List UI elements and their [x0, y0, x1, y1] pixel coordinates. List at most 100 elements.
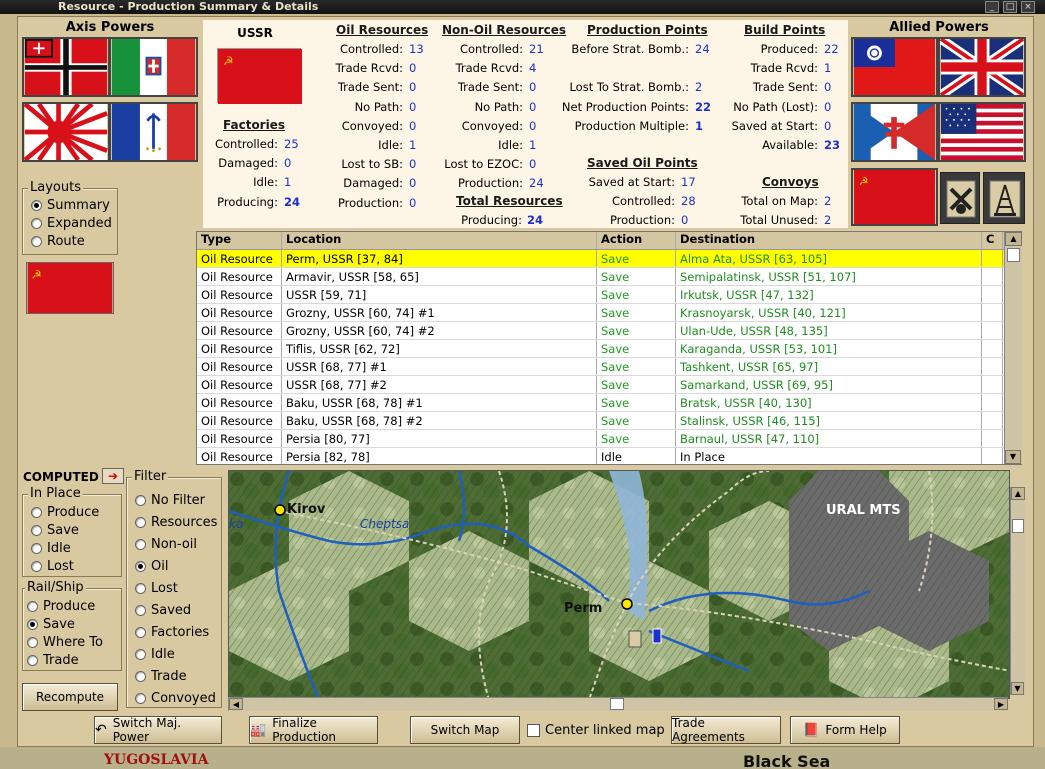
in-place-radio-lost[interactable]: Lost	[31, 557, 99, 575]
radio-dot-icon[interactable]	[135, 516, 146, 528]
radio-dot-icon[interactable]	[31, 560, 42, 572]
resource-table[interactable]: Type Location Action Destination C Oil R…	[196, 231, 1022, 465]
radio-dot-icon[interactable]	[135, 582, 146, 594]
filter-radio-oil[interactable]: Oil	[135, 555, 217, 577]
radio-dot-icon[interactable]	[31, 524, 42, 536]
radio-dot-icon[interactable]	[135, 648, 146, 660]
uk-flag-icon[interactable]	[938, 37, 1026, 97]
filter-radio-saved[interactable]: Saved	[135, 599, 217, 621]
factories-title: Factories	[223, 118, 285, 132]
in-place-radio-produce[interactable]: Produce	[31, 503, 99, 521]
in-place-radio-idle[interactable]: Idle	[31, 539, 99, 557]
map-hscrollbar[interactable]: ◀ ▶	[228, 697, 1008, 711]
map-vscrollbar[interactable]: ▲ ▼	[1010, 487, 1025, 695]
build-points-row: No Path (Lost): 0	[708, 98, 848, 117]
recompute-button[interactable]: Recompute	[22, 683, 118, 711]
layout-radio-expanded[interactable]: Expanded	[31, 214, 112, 232]
col-location-header[interactable]: Location	[282, 232, 597, 249]
filter-radio-resources[interactable]: Resources	[135, 511, 217, 533]
usa-flag-icon[interactable]	[938, 102, 1026, 162]
stat-value: 13	[409, 42, 424, 56]
italy-flag-icon[interactable]	[109, 37, 198, 97]
table-row[interactable]: Oil Resource Persia [80, 77] Save Barnaul, …	[197, 430, 1021, 448]
center-linked-map-checkbox[interactable]	[527, 724, 540, 737]
filter-radio-trade[interactable]: Trade	[135, 665, 217, 687]
table-row[interactable]: Oil Resource Grozny, USSR [60, 74] #2 Save…	[197, 322, 1021, 340]
scroll-up-icon[interactable]: ▲	[1005, 232, 1022, 246]
radio-dot-icon[interactable]	[135, 626, 146, 638]
switch-major-power-button[interactable]: ↶ Switch Maj. Power	[94, 716, 222, 744]
map-scroll-left-icon[interactable]: ◀	[229, 698, 243, 710]
table-row[interactable]: Oil Resource Armavir, USSR [58, 65] Save Se…	[197, 268, 1021, 286]
col-action-header[interactable]: Action	[597, 232, 676, 249]
oil-derrick-icon[interactable]	[983, 172, 1025, 224]
filter-radio-idle[interactable]: Idle	[135, 643, 217, 665]
table-row[interactable]: Oil Resource USSR [68, 77] #1 Save Tashkent…	[197, 358, 1021, 376]
free-france-flag-icon[interactable]	[851, 102, 938, 162]
radio-dot-icon[interactable]	[135, 604, 146, 616]
filter-radio-no-filter[interactable]: No Filter	[135, 489, 217, 511]
map-scroll-up-icon[interactable]: ▲	[1011, 487, 1025, 500]
radio-dot-icon[interactable]	[31, 199, 42, 211]
map-view[interactable]: Kirov Cheptsa ka URAL MTS Perm	[228, 470, 1010, 699]
scroll-down-icon[interactable]: ▼	[1005, 450, 1021, 464]
trade-agreements-button[interactable]: Trade Agreements	[671, 716, 781, 744]
filter-radio-convoyed[interactable]: Convoyed	[135, 687, 217, 709]
rail-ship-radio-trade[interactable]: Trade	[27, 651, 103, 669]
china-flag-icon[interactable]	[851, 37, 938, 97]
in-place-option-label: Lost	[47, 558, 74, 574]
rail-ship-radio-where-to[interactable]: Where To	[27, 633, 103, 651]
radio-dot-icon[interactable]	[31, 542, 42, 554]
table-row[interactable]: Oil Resource USSR [59, 71] Save Irkutsk, US…	[197, 286, 1021, 304]
table-scrollbar[interactable]: ▲ ▼	[1004, 232, 1022, 464]
in-place-radio-save[interactable]: Save	[31, 521, 99, 539]
radio-dot-icon[interactable]	[27, 618, 38, 630]
filter-radio-lost[interactable]: Lost	[135, 577, 217, 599]
radio-dot-icon[interactable]	[27, 636, 38, 648]
scroll-thumb[interactable]	[1007, 248, 1020, 262]
japan-flag-icon[interactable]	[22, 102, 110, 162]
filter-radio-factories[interactable]: Factories	[135, 621, 217, 643]
table-row[interactable]: Oil Resource Persia [82, 78] Idle In Place	[197, 448, 1021, 464]
filter-radio-non-oil[interactable]: Non-oil	[135, 533, 217, 555]
map-scroll-down-icon[interactable]: ▼	[1011, 682, 1024, 695]
radio-dot-icon[interactable]	[135, 692, 146, 704]
radio-dot-icon[interactable]	[135, 670, 146, 682]
table-row[interactable]: Oil Resource Baku, USSR [68, 78] #2 Save St…	[197, 412, 1021, 430]
form-help-button[interactable]: 📕 Form Help	[790, 716, 900, 744]
map-hscroll-thumb[interactable]	[610, 698, 624, 710]
radio-dot-icon[interactable]	[27, 654, 38, 666]
radio-dot-icon[interactable]	[31, 235, 42, 247]
layout-radio-summary[interactable]: Summary	[31, 196, 112, 214]
ussr-allied-flag-icon[interactable]: ☭	[851, 168, 938, 226]
close-icon[interactable]: ×	[1021, 1, 1035, 13]
map-scroll-right-icon[interactable]: ▶	[994, 698, 1008, 710]
table-row[interactable]: Oil Resource Perm, USSR [37, 84] Save Alma …	[197, 250, 1021, 268]
radio-dot-icon[interactable]	[31, 217, 42, 229]
col-destination-header[interactable]: Destination	[676, 232, 982, 249]
table-row[interactable]: Oil Resource USSR [68, 77] #2 Save Samarkan…	[197, 376, 1021, 394]
table-row[interactable]: Oil Resource Tiflis, USSR [62, 72] Save Kar…	[197, 340, 1021, 358]
finalize-production-button[interactable]: 🏭 Finalize Production	[249, 716, 378, 744]
radio-dot-icon[interactable]	[135, 560, 146, 572]
summary-panel: USSR ☭ Factories Controlled: 25 Damaged: 0 I…	[203, 20, 848, 228]
radio-dot-icon[interactable]	[31, 506, 42, 518]
rail-ship-radio-save[interactable]: Save	[27, 615, 103, 633]
table-row[interactable]: Oil Resource Baku, USSR [68, 78] #1 Save Br…	[197, 394, 1021, 412]
layout-radio-route[interactable]: Route	[31, 232, 112, 250]
table-row[interactable]: Oil Resource Grozny, USSR [60, 74] #1 Save…	[197, 304, 1021, 322]
germany-flag-icon[interactable]	[22, 37, 110, 97]
computed-arrow-icon[interactable]: ➔	[102, 468, 124, 484]
col-c-header[interactable]: C	[982, 232, 1003, 249]
maximize-icon[interactable]: □	[1003, 1, 1017, 13]
mine-resource-icon[interactable]	[940, 172, 980, 224]
radio-dot-icon[interactable]	[27, 600, 38, 612]
radio-dot-icon[interactable]	[135, 538, 146, 550]
rail-ship-radio-produce[interactable]: Produce	[27, 597, 103, 615]
switch-map-button[interactable]: Switch Map	[410, 716, 520, 744]
map-vscroll-thumb[interactable]	[1012, 519, 1024, 533]
minimize-icon[interactable]: _	[985, 1, 999, 13]
col-type-header[interactable]: Type	[197, 232, 282, 249]
radio-dot-icon[interactable]	[135, 494, 146, 506]
vichy-france-flag-icon[interactable]	[109, 102, 198, 162]
